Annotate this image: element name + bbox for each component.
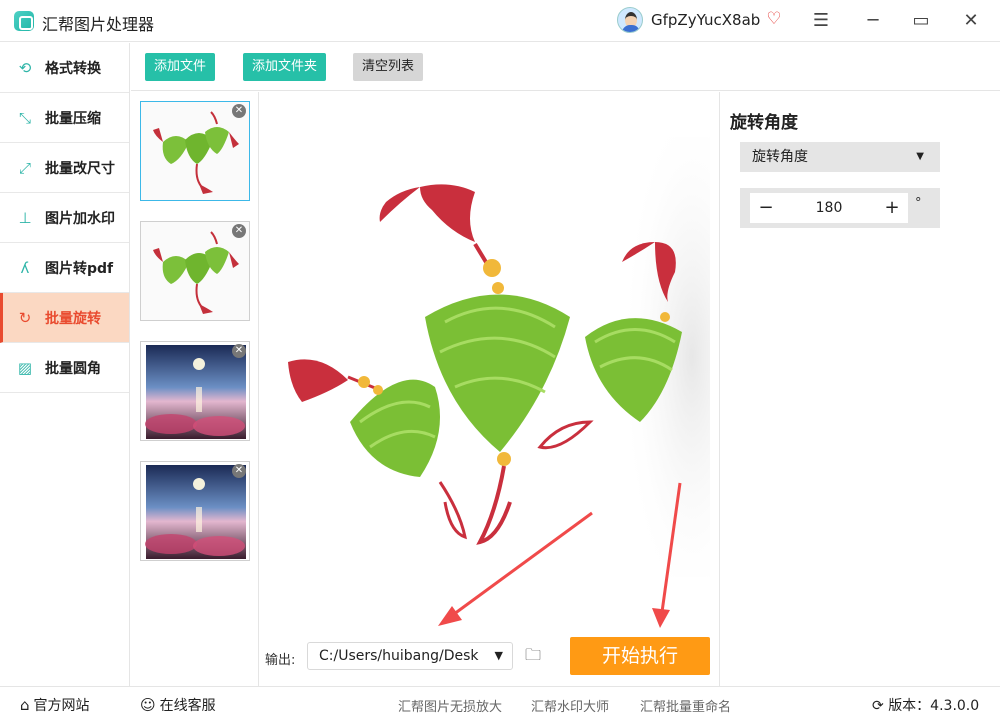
sidebar-item-resize[interactable]: ⤢ 批量改尺寸 xyxy=(0,143,129,193)
sidebar-item-label: 批量压缩 xyxy=(45,110,101,127)
footer-link-watermark[interactable]: 汇帮水印大师 xyxy=(531,696,609,715)
sidebar: ⟲ 格式转换 ⤡ 批量压缩 ⤢ 批量改尺寸 ⊥ 图片加水印 ʎ 图片转pdf ↻… xyxy=(0,43,130,686)
online-service-label: 在线客服 xyxy=(159,698,216,714)
remove-thumbnail-icon[interactable]: ✕ xyxy=(232,344,246,358)
sidebar-item-pdf[interactable]: ʎ 图片转pdf xyxy=(0,243,129,293)
preview-panel: 输出: C:/Users/huibang/Desk ▼ 🗀 开始执行 xyxy=(260,92,720,686)
app-logo-icon xyxy=(14,11,34,31)
start-button[interactable]: 开始执行 xyxy=(570,637,710,675)
zongzi-thumbnail-image xyxy=(141,222,249,320)
compress-icon: ⤡ xyxy=(18,108,31,127)
angle-stepper: − 180 + xyxy=(750,193,908,223)
footer-link-upscale[interactable]: 汇帮图片无损放大 xyxy=(398,696,502,715)
angle-input[interactable]: 180 xyxy=(790,193,868,223)
thumbnail-item[interactable]: ✕ xyxy=(140,101,250,201)
resize-icon: ⤢ xyxy=(18,158,31,177)
decrement-button[interactable]: − xyxy=(752,193,780,223)
sidebar-item-label: 图片加水印 xyxy=(45,210,115,227)
sidebar-item-label: 批量改尺寸 xyxy=(45,160,115,177)
hamburger-icon[interactable]: ☰ xyxy=(808,8,834,34)
user-avatar[interactable] xyxy=(617,7,643,33)
headset-icon: ☺ xyxy=(140,696,156,714)
rotation-mode-value: 旋转角度 xyxy=(752,149,808,165)
close-icon[interactable]: ✕ xyxy=(958,8,984,34)
thumbnail-item[interactable]: ✕ xyxy=(140,221,250,321)
angle-stepper-container: − 180 + ° xyxy=(740,188,940,228)
sidebar-item-label: 批量旋转 xyxy=(45,310,101,327)
version-label[interactable]: ⟳ 版本：4.3.0.0 xyxy=(872,695,979,715)
folder-icon[interactable]: 🗀 xyxy=(522,645,544,665)
username[interactable]: GfpZyYucX8ab xyxy=(651,11,760,29)
rotation-mode-select[interactable]: 旋转角度 ▼ xyxy=(740,142,940,172)
official-website-label: 官方网站 xyxy=(33,698,90,714)
rounded-corner-icon: ▨ xyxy=(17,358,33,377)
sidebar-item-label: 图片转pdf xyxy=(45,260,114,277)
pdf-icon: ʎ xyxy=(20,258,30,277)
sidebar-item-compress[interactable]: ⤡ 批量压缩 xyxy=(0,93,129,143)
sidebar-item-label: 格式转换 xyxy=(45,60,101,77)
online-service-link[interactable]: ☺ 在线客服 xyxy=(140,695,216,715)
app-title: 汇帮图片处理器 xyxy=(42,15,155,34)
home-icon: ⌂ xyxy=(20,696,30,714)
footer-link-rename[interactable]: 汇帮批量重命名 xyxy=(640,696,731,715)
sidebar-item-label: 批量圆角 xyxy=(45,360,101,377)
chevron-down-icon: ▼ xyxy=(494,649,503,662)
add-folder-button[interactable]: 添加文件夹 xyxy=(243,53,327,81)
degree-unit: ° xyxy=(915,196,922,211)
footer: ⌂ 官方网站 ☺ 在线客服 汇帮图片无损放大 汇帮水印大师 汇帮批量重命名 ⟳ … xyxy=(0,686,1000,720)
title-bar: 汇帮图片处理器 GfpZyYucX8ab ♡ ☰ ─ ▭ ✕ xyxy=(0,0,1000,42)
add-file-button[interactable]: 添加文件 xyxy=(145,53,216,81)
clear-list-button[interactable]: 清空列表 xyxy=(353,53,424,81)
lake-moon-thumbnail-image xyxy=(145,345,246,439)
format-convert-icon: ⟲ xyxy=(18,58,32,77)
official-website-link[interactable]: ⌂ 官方网站 xyxy=(20,695,90,715)
settings-panel: 旋转角度 旋转角度 ▼ − 180 + ° xyxy=(721,92,1000,686)
zongzi-thumbnail-image xyxy=(141,102,249,200)
toolbar: 添加文件 添加文件夹 清空列表 xyxy=(131,43,1000,91)
watermark-icon: ⊥ xyxy=(18,208,32,227)
increment-button[interactable]: + xyxy=(878,193,906,223)
sidebar-item-rounded-corner[interactable]: ▨ 批量圆角 xyxy=(0,343,129,393)
rotate-icon: ↻ xyxy=(18,308,32,327)
thumbnail-item[interactable]: ✕ xyxy=(140,461,250,561)
lake-moon-thumbnail-image xyxy=(145,465,246,559)
output-label: 输出: xyxy=(265,653,296,668)
chevron-down-icon: ▼ xyxy=(916,151,924,162)
panel-title: 旋转角度 xyxy=(730,113,798,133)
thumbnail-list: ✕ ✕ ✕ ✕ xyxy=(131,92,259,686)
output-path-value: C:/Users/huibang/Desk xyxy=(319,648,479,664)
remove-thumbnail-icon[interactable]: ✕ xyxy=(232,464,246,478)
sidebar-item-rotate[interactable]: ↻ 批量旋转 xyxy=(0,293,129,343)
version-text: 版本：4.3.0.0 xyxy=(888,698,980,714)
sidebar-item-watermark[interactable]: ⊥ 图片加水印 xyxy=(0,193,129,243)
remove-thumbnail-icon[interactable]: ✕ xyxy=(232,224,246,238)
output-path-dropdown[interactable]: C:/Users/huibang/Desk ▼ xyxy=(307,642,513,670)
remove-thumbnail-icon[interactable]: ✕ xyxy=(232,104,246,118)
thumbnail-item[interactable]: ✕ xyxy=(140,341,250,441)
preview-image xyxy=(270,137,710,577)
minimize-icon[interactable]: ─ xyxy=(860,8,886,34)
maximize-icon[interactable]: ▭ xyxy=(908,8,934,34)
refresh-icon: ⟳ xyxy=(872,698,884,714)
sidebar-item-format-convert[interactable]: ⟲ 格式转换 xyxy=(0,43,129,93)
vip-diamond-icon[interactable]: ♡ xyxy=(764,9,784,29)
